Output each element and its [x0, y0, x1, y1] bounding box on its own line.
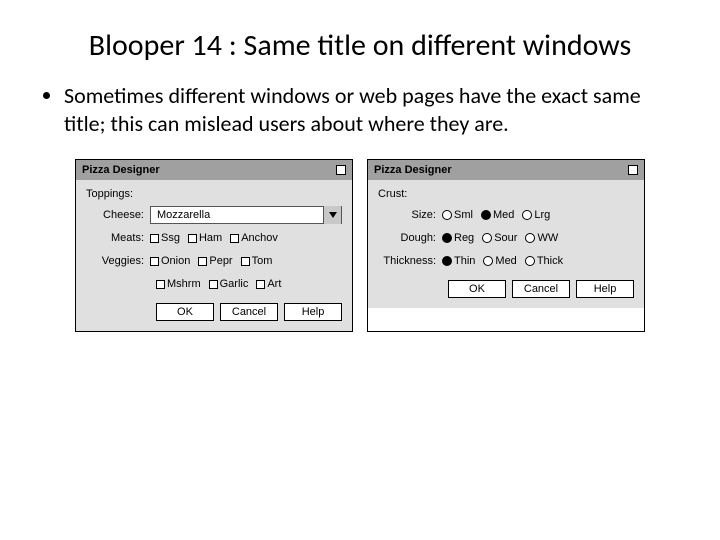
checkbox-onion[interactable]: Onion	[150, 255, 190, 267]
meats-label: Meats:	[86, 232, 150, 244]
window-crust: Pizza Designer Crust: Size:Sml Med Lrg Doug…	[367, 159, 645, 332]
radio-lrg[interactable]: Lrg	[522, 209, 550, 221]
radio-icon	[525, 233, 535, 243]
figure-row: Pizza Designer Toppings: Cheese: Mozzare…	[40, 159, 680, 332]
section-label-crust: Crust:	[378, 188, 634, 200]
checkbox-garlic[interactable]: Garlic	[209, 278, 249, 290]
radio-reg[interactable]: Reg	[442, 232, 474, 244]
help-button[interactable]: Help	[284, 303, 342, 321]
section-label-toppings: Toppings:	[86, 188, 342, 200]
slide-title: Blooper 14 : Same title on different win…	[40, 28, 680, 64]
radio-sml[interactable]: Sml	[442, 209, 473, 221]
cancel-button[interactable]: Cancel	[220, 303, 278, 321]
radio-icon	[481, 210, 491, 220]
titlebar-left: Pizza Designer	[76, 160, 352, 180]
radio-icon	[482, 233, 492, 243]
radio-icon	[525, 256, 535, 266]
radio-thick[interactable]: Thick	[525, 255, 563, 267]
checkbox-art[interactable]: Art	[256, 278, 281, 290]
cancel-button[interactable]: Cancel	[512, 280, 570, 298]
cheese-value: Mozzarella	[151, 209, 323, 221]
radio-icon	[442, 256, 452, 266]
ok-button[interactable]: OK	[448, 280, 506, 298]
window-control-icon[interactable]	[628, 165, 638, 175]
radio-med[interactable]: Med	[483, 255, 516, 267]
checkbox-mshrm[interactable]: Mshrm	[156, 278, 201, 290]
cheese-label: Cheese:	[86, 209, 150, 221]
radio-med[interactable]: Med	[481, 209, 514, 221]
checkbox-anchov[interactable]: Anchov	[230, 232, 278, 244]
window-title-right: Pizza Designer	[374, 164, 452, 176]
radio-sour[interactable]: Sour	[482, 232, 517, 244]
cheese-select[interactable]: Mozzarella	[150, 206, 342, 224]
veggies-label: Veggies:	[86, 255, 150, 267]
titlebar-right: Pizza Designer	[368, 160, 644, 180]
radio-icon	[483, 256, 493, 266]
checkbox-ssg[interactable]: Ssg	[150, 232, 180, 244]
checkbox-tom[interactable]: Tom	[241, 255, 273, 267]
radio-ww[interactable]: WW	[525, 232, 558, 244]
radio-icon	[442, 210, 452, 220]
help-button[interactable]: Help	[576, 280, 634, 298]
radio-icon	[442, 233, 452, 243]
checkbox-ham[interactable]: Ham	[188, 232, 222, 244]
window-title-left: Pizza Designer	[82, 164, 160, 176]
checkbox-pepr[interactable]: Pepr	[198, 255, 232, 267]
radio-thin[interactable]: Thin	[442, 255, 475, 267]
crust-row-label: Dough:	[378, 232, 442, 244]
crust-row-label: Size:	[378, 209, 442, 221]
bullet-text: Sometimes different windows or web pages…	[64, 82, 680, 137]
ok-button[interactable]: OK	[156, 303, 214, 321]
radio-icon	[522, 210, 532, 220]
crust-row-label: Thickness:	[378, 255, 442, 267]
dropdown-button[interactable]	[323, 206, 341, 224]
chevron-down-icon	[329, 212, 337, 218]
window-control-icon[interactable]	[336, 165, 346, 175]
window-toppings: Pizza Designer Toppings: Cheese: Mozzare…	[75, 159, 353, 332]
